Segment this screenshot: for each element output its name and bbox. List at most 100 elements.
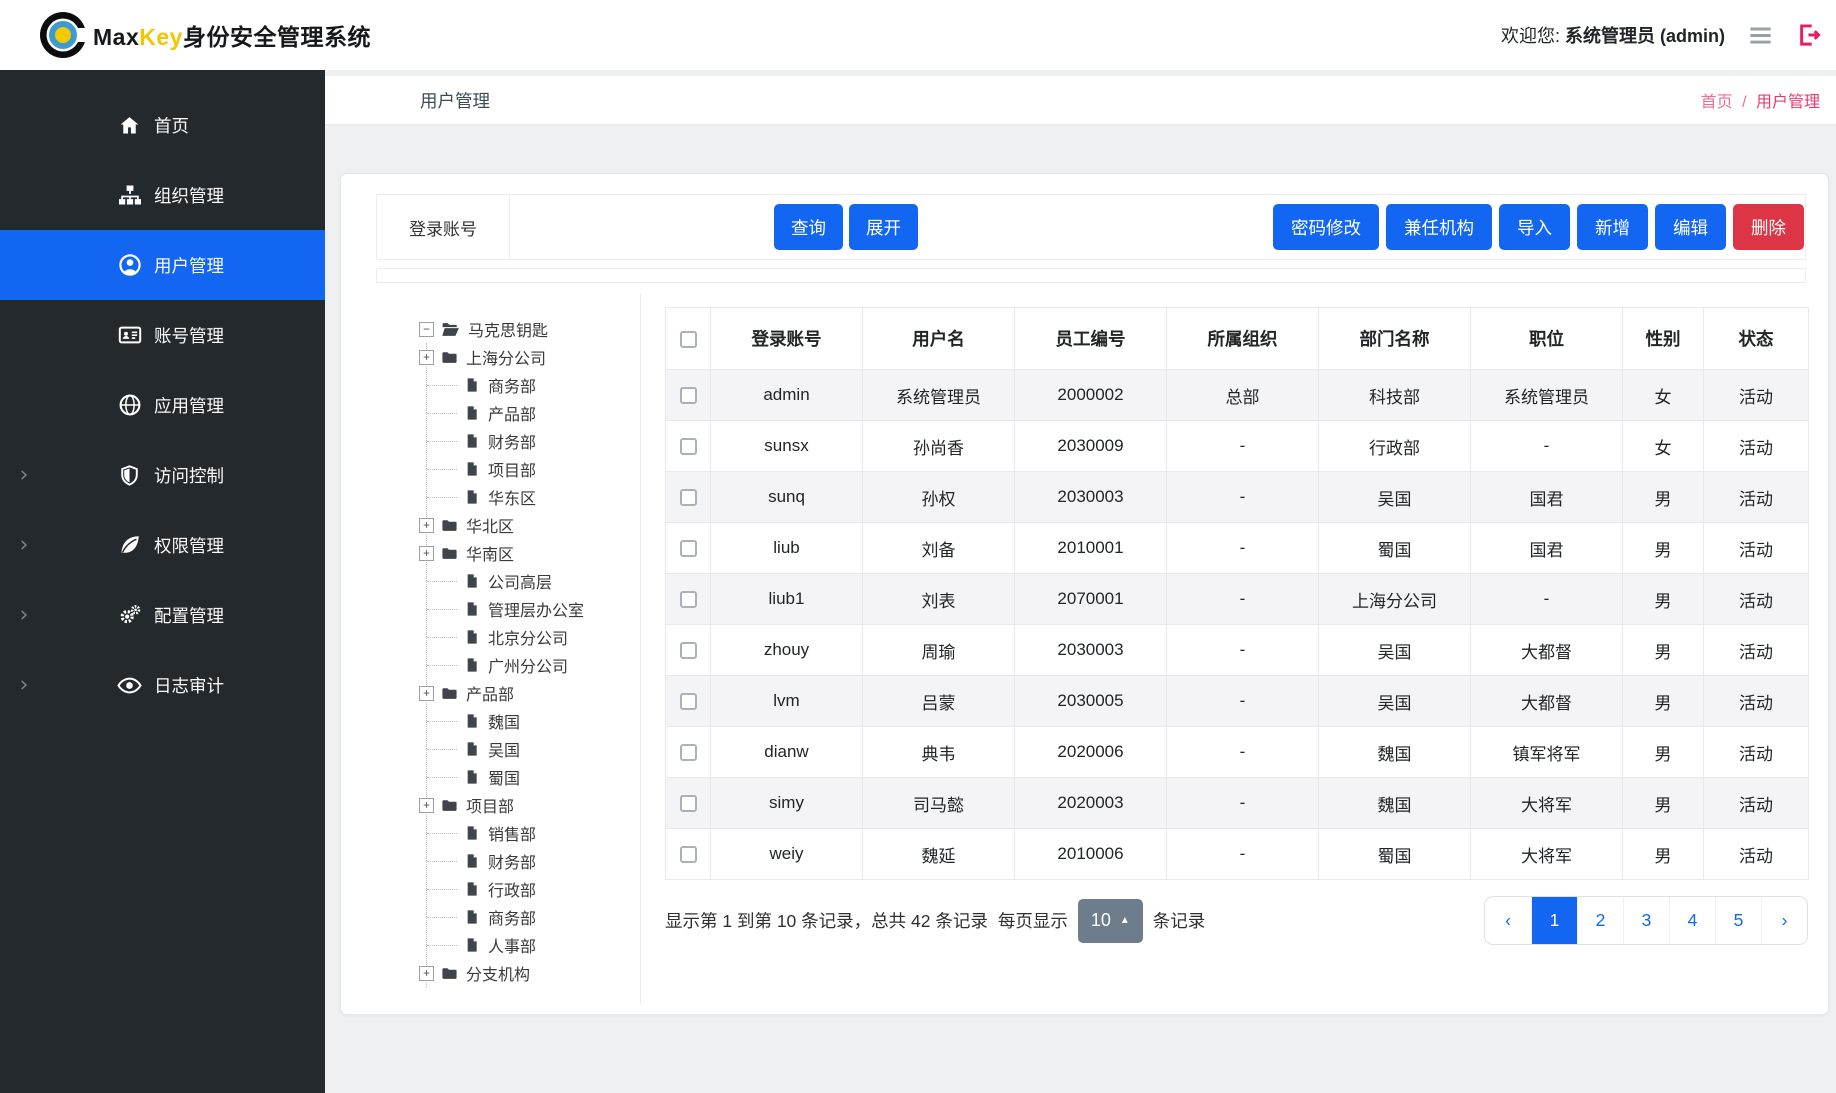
tree-node-label[interactable]: 分支机构 xyxy=(466,961,530,985)
logout-icon[interactable] xyxy=(1796,22,1822,48)
sidebar-item-permissions[interactable]: 权限管理 xyxy=(0,510,325,580)
sidebar-item-accounts[interactable]: 账号管理 xyxy=(0,300,325,370)
tree-node-label[interactable]: 产品部 xyxy=(466,681,514,705)
page-size-dropdown[interactable]: 10 ▲ xyxy=(1078,899,1143,943)
tree-node[interactable]: 商务部 xyxy=(427,371,640,399)
tree-node[interactable]: 商务部 xyxy=(427,903,640,931)
sidebar-item-users[interactable]: 用户管理 xyxy=(0,230,325,300)
tree-node[interactable]: + 上海分公司 xyxy=(419,343,640,371)
tree-node[interactable]: + 华北区 xyxy=(419,511,640,539)
tree-node-label[interactable]: 吴国 xyxy=(488,737,520,761)
table-row[interactable]: admin 系统管理员 2000002 总部 科技部 系统管理员 女 活动 xyxy=(666,370,1809,421)
tree-node-label[interactable]: 商务部 xyxy=(488,373,536,397)
row-checkbox[interactable] xyxy=(680,795,697,812)
delete-button[interactable]: 删除 xyxy=(1733,204,1804,250)
page-button[interactable]: 1 xyxy=(1531,897,1577,944)
row-checkbox[interactable] xyxy=(680,387,697,404)
tree-node[interactable]: 魏国 xyxy=(427,707,640,735)
tree-node[interactable]: + 分支机构 xyxy=(419,959,640,987)
change-password-button[interactable]: 密码修改 xyxy=(1273,204,1379,250)
tree-node[interactable]: 财务部 xyxy=(427,427,640,455)
tree-node-label[interactable]: 华南区 xyxy=(466,541,514,565)
table-row[interactable]: dianw 典韦 2020006 - 魏国 镇军将军 男 活动 xyxy=(666,727,1809,778)
tree-expand-icon[interactable]: + xyxy=(419,350,434,365)
edit-button[interactable]: 编辑 xyxy=(1655,204,1726,250)
tree-expand-icon[interactable]: + xyxy=(419,966,434,981)
tree-node-label[interactable]: 商务部 xyxy=(488,905,536,929)
row-checkbox[interactable] xyxy=(680,846,697,863)
tree-node[interactable]: 行政部 xyxy=(427,875,640,903)
tree-node[interactable]: 蜀国 xyxy=(427,763,640,791)
sidebar-item-audit[interactable]: 日志审计 xyxy=(0,650,325,720)
table-row[interactable]: sunq 孙权 2030003 - 吴国 国君 男 活动 xyxy=(666,472,1809,523)
tree-node-label[interactable]: 产品部 xyxy=(488,401,536,425)
tree-root[interactable]: − 马克思钥匙 xyxy=(419,315,640,343)
select-all-checkbox[interactable] xyxy=(680,331,697,348)
sidebar-item-access-control[interactable]: 访问控制 xyxy=(0,440,325,510)
tree-node-label[interactable]: 华北区 xyxy=(466,513,514,537)
tree-node-label[interactable]: 管理层办公室 xyxy=(488,597,584,621)
expand-button[interactable]: 展开 xyxy=(849,204,918,250)
tree-node[interactable]: 销售部 xyxy=(427,819,640,847)
tree-node[interactable]: 吴国 xyxy=(427,735,640,763)
tree-node-label[interactable]: 魏国 xyxy=(488,709,520,733)
brand[interactable]: MaxKey身份安全管理系统 xyxy=(40,12,371,58)
sidebar-item-org[interactable]: 组织管理 xyxy=(0,160,325,230)
page-button[interactable]: 3 xyxy=(1623,897,1669,944)
tree-node-label[interactable]: 项目部 xyxy=(488,457,536,481)
page-button[interactable]: › xyxy=(1761,897,1807,944)
tree-node[interactable]: 管理层办公室 xyxy=(427,595,640,623)
tree-node-label[interactable]: 销售部 xyxy=(488,821,536,845)
page-button[interactable]: 2 xyxy=(1577,897,1623,944)
table-row[interactable]: liub1 刘表 2070001 - 上海分公司 - 男 活动 xyxy=(666,574,1809,625)
login-account-input[interactable] xyxy=(510,198,772,256)
tree-node-label[interactable]: 财务部 xyxy=(488,429,536,453)
tree-node[interactable]: 项目部 xyxy=(427,455,640,483)
row-checkbox[interactable] xyxy=(680,540,697,557)
tree-node-label[interactable]: 蜀国 xyxy=(488,765,520,789)
row-checkbox[interactable] xyxy=(680,489,697,506)
page-button[interactable]: 5 xyxy=(1715,897,1761,944)
tree-node[interactable]: + 华南区 xyxy=(419,539,640,567)
tree-node-label[interactable]: 项目部 xyxy=(466,793,514,817)
tree-node[interactable]: 财务部 xyxy=(427,847,640,875)
row-checkbox[interactable] xyxy=(680,693,697,710)
table-row[interactable]: zhouy 周瑜 2030003 - 吴国 大都督 男 活动 xyxy=(666,625,1809,676)
menu-icon[interactable] xyxy=(1747,22,1774,49)
tree-expand-icon[interactable]: + xyxy=(419,798,434,813)
row-checkbox[interactable] xyxy=(680,642,697,659)
tree-node-label[interactable]: 公司高层 xyxy=(488,569,552,593)
adjunct-org-button[interactable]: 兼任机构 xyxy=(1386,204,1492,250)
row-checkbox[interactable] xyxy=(680,744,697,761)
row-checkbox[interactable] xyxy=(680,438,697,455)
tree-node[interactable]: 华东区 xyxy=(427,483,640,511)
query-button[interactable]: 查询 xyxy=(774,204,843,250)
import-button[interactable]: 导入 xyxy=(1499,204,1570,250)
tree-node-label[interactable]: 财务部 xyxy=(488,849,536,873)
tree-node[interactable]: + 产品部 xyxy=(419,679,640,707)
add-button[interactable]: 新增 xyxy=(1577,204,1648,250)
tree-node[interactable]: 公司高层 xyxy=(427,567,640,595)
tree-node-label[interactable]: 华东区 xyxy=(488,485,536,509)
tree-node-label[interactable]: 马克思钥匙 xyxy=(468,317,548,341)
tree-expand-icon[interactable]: + xyxy=(419,546,434,561)
sidebar-item-config[interactable]: 配置管理 xyxy=(0,580,325,650)
tree-node-label[interactable]: 人事部 xyxy=(488,933,536,957)
sidebar-item-home[interactable]: 首页 xyxy=(0,90,325,160)
tree-node-label[interactable]: 上海分公司 xyxy=(466,345,546,369)
page-button[interactable]: 4 xyxy=(1669,897,1715,944)
row-checkbox[interactable] xyxy=(680,591,697,608)
tree-node[interactable]: + 项目部 xyxy=(419,791,640,819)
tree-node-label[interactable]: 北京分公司 xyxy=(488,625,568,649)
tree-node-label[interactable]: 行政部 xyxy=(488,877,536,901)
table-row[interactable]: lvm 吕蒙 2030005 - 吴国 大都督 男 活动 xyxy=(666,676,1809,727)
table-row[interactable]: weiy 魏延 2010006 - 蜀国 大将军 男 活动 xyxy=(666,829,1809,880)
tree-node[interactable]: 产品部 xyxy=(427,399,640,427)
breadcrumb-home-link[interactable]: 首页 xyxy=(1701,94,1733,111)
tree-node[interactable]: 北京分公司 xyxy=(427,623,640,651)
tree-expand-icon[interactable]: + xyxy=(419,518,434,533)
sidebar-item-apps[interactable]: 应用管理 xyxy=(0,370,325,440)
tree-collapse-icon[interactable]: − xyxy=(419,322,434,337)
tree-node[interactable]: 人事部 xyxy=(427,931,640,959)
table-row[interactable]: sunsx 孙尚香 2030009 - 行政部 - 女 活动 xyxy=(666,421,1809,472)
